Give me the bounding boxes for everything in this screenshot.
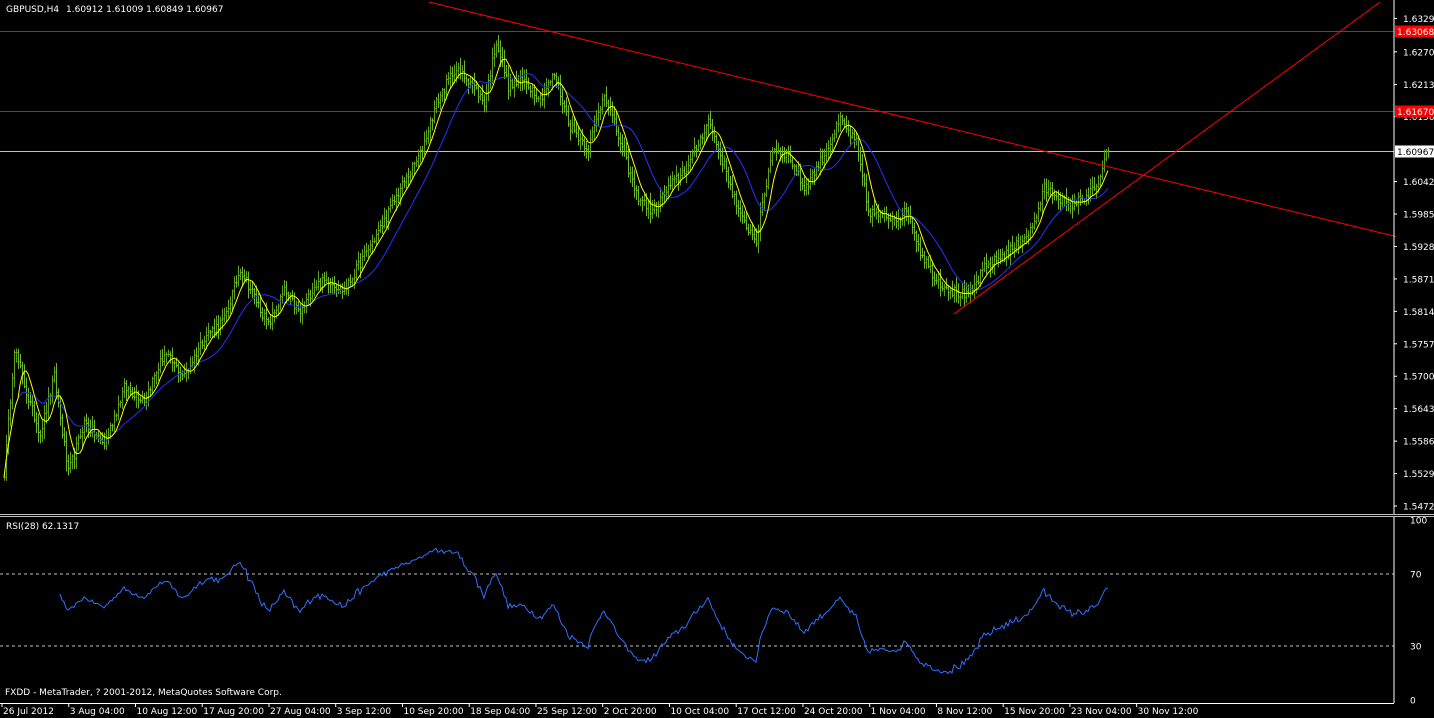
rsi-tick-label: 30	[1410, 643, 1422, 653]
time-tick-label: 17 Oct 12:00	[737, 707, 796, 717]
time-tick-label: 10 Sep 20:00	[403, 707, 463, 717]
ohlc-values: 1.60912 1.61009 1.60849 1.60967	[66, 5, 223, 15]
time-tick-label: 30 Nov 12:00	[1138, 707, 1199, 717]
time-tick-label: 23 Nov 04:00	[1071, 707, 1132, 717]
price-tick-label: 1.57005	[1403, 373, 1434, 383]
time-tick-label: 8 Nov 12:00	[937, 707, 992, 717]
level-price-label: 1.63068	[1397, 28, 1434, 38]
time-tick-label: 24 Oct 20:00	[804, 707, 863, 717]
price-tick-label: 1.62705	[1403, 48, 1434, 58]
price-tick-label: 1.62130	[1403, 81, 1434, 91]
price-tick-label: 1.60425	[1403, 178, 1434, 188]
rsi-tick-label: 0	[1410, 697, 1416, 707]
price-tick-label: 1.56435	[1403, 405, 1434, 415]
symbol-label: GBPUSD,H4	[6, 5, 59, 15]
price-tick-label: 1.58145	[1403, 308, 1434, 318]
price-tick-label: 1.59855	[1403, 211, 1434, 221]
price-tick-label: 1.58715	[1403, 275, 1434, 285]
rsi-tick-label: 100	[1410, 517, 1427, 527]
price-tick-label: 1.54725	[1403, 503, 1434, 513]
time-tick-label: 10 Oct 04:00	[670, 707, 729, 717]
time-tick-label: 18 Sep 04:00	[470, 707, 530, 717]
rsi-tick-label: 70	[1410, 571, 1422, 581]
trading-chart-window[interactable]: 1.632901.627051.621301.615651.604251.598…	[0, 0, 1434, 718]
time-tick-label: 25 Sep 12:00	[537, 707, 597, 717]
time-tick-label: 3 Sep 12:00	[337, 707, 392, 717]
price-tick-label: 1.59285	[1403, 243, 1434, 253]
price-tick-label: 1.55865	[1403, 438, 1434, 448]
price-tick-label: 1.57575	[1403, 340, 1434, 350]
time-tick-label: 10 Aug 12:00	[136, 707, 197, 717]
time-tick-label: 17 Aug 20:00	[203, 707, 264, 717]
copyright-text: FXDD - MetaTrader, ? 2001-2012, MetaQuot…	[5, 688, 282, 698]
price-tick-label: 1.55295	[1403, 470, 1434, 480]
time-tick-label: 15 Nov 20:00	[1004, 707, 1065, 717]
time-tick-label: 26 Jul 2012	[3, 707, 54, 717]
time-tick-label: 1 Nov 04:00	[871, 707, 926, 717]
current-price-label: 1.60967	[1397, 148, 1434, 158]
chart-background	[0, 0, 1434, 718]
time-tick-label: 3 Aug 04:00	[70, 707, 125, 717]
rsi-label: RSI(28) 62.1317	[6, 522, 79, 532]
time-tick-label: 2 Oct 20:00	[604, 707, 657, 717]
level-price-label: 1.61670	[1397, 108, 1434, 118]
time-tick-label: 27 Aug 04:00	[270, 707, 331, 717]
price-tick-label: 1.63290	[1403, 15, 1434, 25]
